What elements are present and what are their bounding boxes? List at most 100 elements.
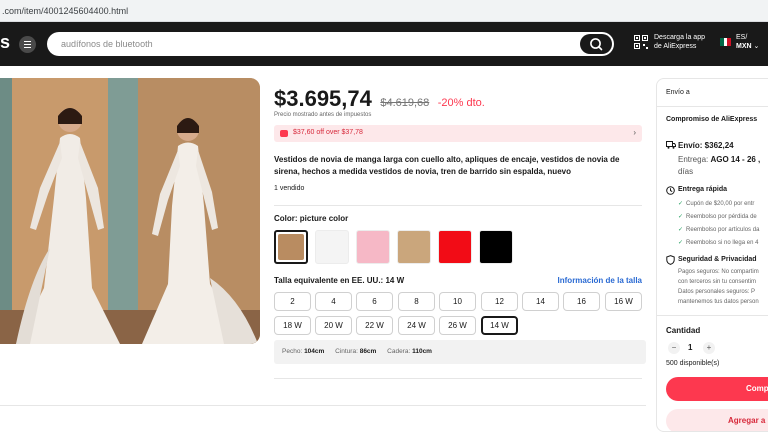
security-heading: Seguridad & Privacidad <box>678 256 757 263</box>
search-input[interactable] <box>61 37 561 51</box>
swatch-white[interactable] <box>315 230 349 264</box>
fast-delivery-heading: Entrega rápida <box>678 186 728 193</box>
color-label: Color: picture color <box>274 214 348 223</box>
size-option[interactable]: 12 <box>481 292 518 311</box>
size-info-link[interactable]: Información de la talla <box>558 276 642 285</box>
fast-delivery-item-text: Reembolso por pérdida de <box>686 214 757 220</box>
divider <box>274 205 642 206</box>
quantity-value[interactable]: 1 <box>688 343 692 352</box>
fast-delivery-item: ✓ Reembolso por artículos da <box>678 227 760 233</box>
size-option[interactable]: 20 W <box>315 316 352 335</box>
discount-badge: -20% dto. <box>437 97 485 109</box>
search-bar <box>47 32 614 56</box>
address-bar[interactable]: .com/item/4001245604400.html <box>0 0 768 22</box>
size-option[interactable]: 26 W <box>439 316 476 335</box>
security-line: Pagos seguros: No compartim <box>678 269 759 275</box>
price-row: $3.695,74 $4.619,68 -20% dto. <box>274 86 485 112</box>
ship-to-selector[interactable]: Envío a <box>666 89 690 96</box>
language-currency-selector[interactable]: ES/ MXN ⌄ <box>736 33 759 51</box>
language-label: ES/ <box>736 34 748 41</box>
swatch-red[interactable] <box>438 230 472 264</box>
size-label-text: Talla equivalente en EE. UU.: <box>274 276 384 285</box>
size-option[interactable]: 6 <box>356 292 393 311</box>
size-option[interactable]: 22 W <box>356 316 393 335</box>
menu-button[interactable] <box>19 36 36 53</box>
shipping-cost: Envío: $362,24 <box>678 141 734 150</box>
site-header: s Descarga la app de AliExpress ES/ MXN … <box>0 22 768 66</box>
chevron-right-icon: › <box>633 128 636 137</box>
size-option[interactable]: 24 W <box>398 316 435 335</box>
delivery-row: Entrega: AGO 14 - 26 , <box>678 155 760 164</box>
sold-count: 1 vendido <box>274 185 305 192</box>
selected-size: 14 W <box>385 276 405 285</box>
product-title: Vestidos de novia de manga larga con cue… <box>274 155 620 176</box>
color-label-text: Color: <box>274 214 298 223</box>
size-option[interactable]: 2 <box>274 292 311 311</box>
fast-delivery-item-text: Reembolso por artículos da <box>686 227 760 233</box>
swatch-black[interactable] <box>479 230 513 264</box>
product-image[interactable] <box>0 78 260 344</box>
buy-now-button[interactable]: Comp <box>666 377 768 401</box>
size-option[interactable]: 16 <box>563 292 600 311</box>
search-button[interactable] <box>580 34 612 54</box>
fast-delivery-item: ✓ Reembolso si no llega en 4 <box>678 240 759 246</box>
hip-label: Cadera: <box>387 348 411 355</box>
fast-delivery-item: ✓ Reembolso por pérdida de <box>678 214 757 220</box>
coupon-banner[interactable]: $37,60 off over $37,78 › <box>274 125 642 142</box>
coupon-text: $37,60 off over $37,78 <box>293 129 363 136</box>
divider <box>657 315 768 316</box>
qr-code-icon[interactable] <box>634 35 648 49</box>
size-option[interactable]: 16 W <box>605 292 642 311</box>
size-label: Talla equivalente en EE. UU.: 14 W <box>274 276 404 285</box>
security-line: Datos personales seguros: P <box>678 289 756 295</box>
delivery-label: Entrega: <box>678 155 709 164</box>
stock-available: 500 disponible(s) <box>666 360 720 367</box>
size-option[interactable]: 8 <box>398 292 435 311</box>
waist-label: Cintura: <box>335 348 358 355</box>
download-app-line1: Descarga la app <box>654 34 705 41</box>
add-to-cart-button[interactable]: Agregar a <box>666 409 768 431</box>
mexico-flag-icon <box>720 38 732 46</box>
commitment-heading: Compromiso de AliExpress <box>666 116 758 123</box>
delivery-date: AGO 14 - 26 , <box>710 155 761 164</box>
download-app-line2: de AliExpress <box>654 43 697 50</box>
size-option[interactable]: 18 W <box>274 316 311 335</box>
swatch-pink[interactable] <box>356 230 390 264</box>
sale-price: $3.695,74 <box>274 86 372 111</box>
shield-icon <box>666 255 675 265</box>
product-photo-illustration <box>0 78 260 344</box>
swatch-champagne[interactable] <box>397 230 431 264</box>
size-option[interactable]: 14 <box>522 292 559 311</box>
size-option[interactable]: 10 <box>439 292 476 311</box>
currency-label: MXN <box>736 43 752 50</box>
original-price: $4.619,68 <box>380 97 430 109</box>
divider <box>0 405 646 406</box>
swatch-thumbnail <box>278 234 304 260</box>
swatch-picture-color[interactable] <box>274 230 308 264</box>
fast-delivery-item: ✓ Cupón de $20,00 por entr <box>678 201 755 207</box>
color-swatches <box>274 230 520 264</box>
purchase-sidebar: Envío a Compromiso de AliExpress Envío: … <box>656 78 768 432</box>
size-option-selected[interactable]: 14 W <box>481 316 518 335</box>
chevron-down-icon: ⌄ <box>753 43 760 50</box>
download-app-link[interactable]: Descarga la app de AliExpress <box>654 33 705 51</box>
bust-label: Pecho: <box>282 348 303 355</box>
security-line: mantenemos tus datos person <box>678 299 759 305</box>
divider <box>657 106 768 107</box>
logo[interactable]: s <box>0 32 10 53</box>
search-icon <box>590 38 603 51</box>
clock-icon <box>666 186 675 195</box>
tax-note: Precio mostrado antes de impuestos <box>274 112 372 118</box>
hip-value: 110cm <box>412 348 432 355</box>
truck-icon <box>666 141 676 149</box>
coupon-tag-icon <box>280 130 288 137</box>
quantity-label: Cantidad <box>666 326 701 335</box>
fast-delivery-item-text: Reembolso si no llega en 4 <box>686 240 759 246</box>
size-option[interactable]: 4 <box>315 292 352 311</box>
measurements-bar: Pecho: 104cm Cintura: 86cm Cadera: 110cm <box>274 340 646 364</box>
quantity-decrease-button[interactable]: − <box>668 342 680 354</box>
security-line: con terceros sin tu consentim <box>678 279 757 285</box>
quantity-increase-button[interactable]: + <box>703 342 715 354</box>
divider <box>274 378 642 379</box>
delivery-days: días <box>678 167 694 176</box>
